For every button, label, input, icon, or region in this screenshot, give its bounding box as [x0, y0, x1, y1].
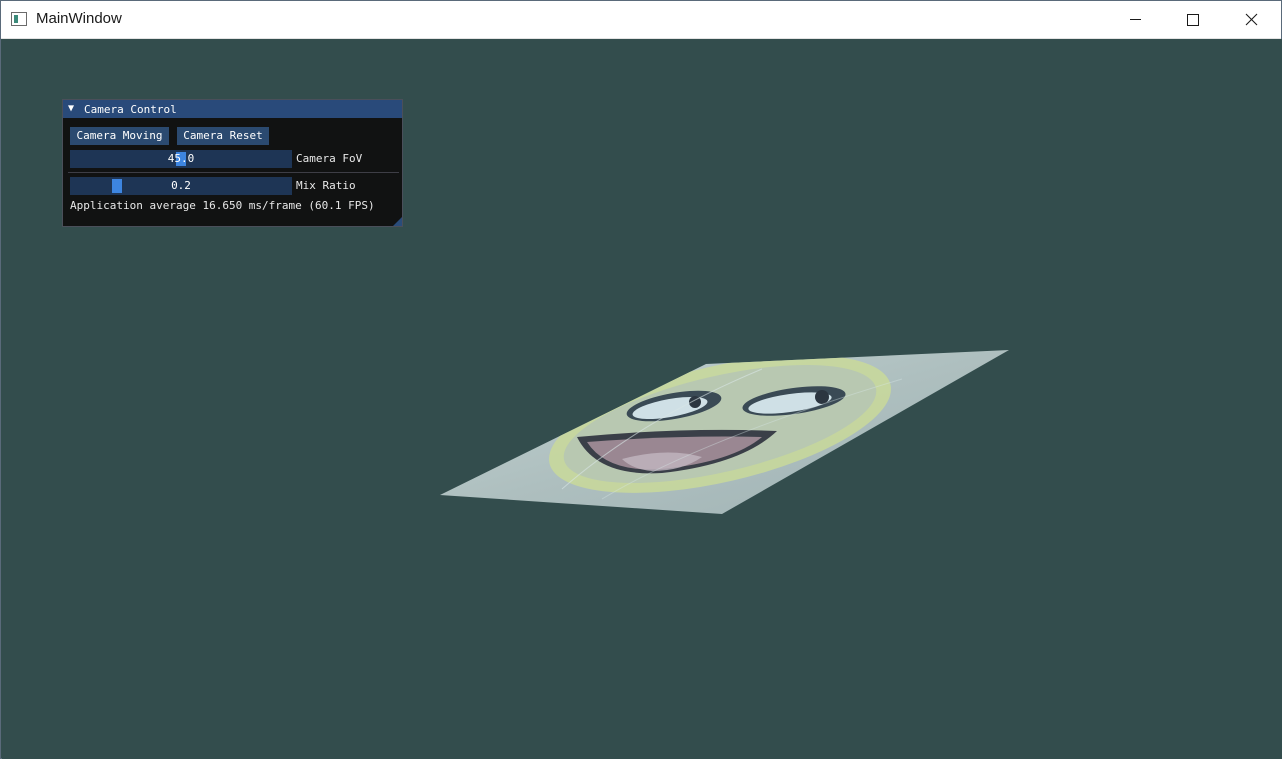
window-title: MainWindow: [36, 10, 122, 27]
render-viewport[interactable]: ▼ Camera Control Camera Moving Camera Re…: [2, 39, 1282, 759]
close-button[interactable]: [1222, 1, 1280, 38]
camera-control-panel[interactable]: ▼ Camera Control Camera Moving Camera Re…: [62, 99, 403, 227]
camera-fov-slider[interactable]: 45.0: [70, 150, 292, 168]
separator: [68, 172, 399, 173]
app-window-icon: [11, 12, 27, 26]
camera-fov-label: Camera FoV: [296, 152, 363, 165]
mix-ratio-slider[interactable]: 0.2: [70, 177, 292, 195]
close-icon: [1245, 13, 1258, 26]
maximize-icon: [1187, 14, 1199, 26]
panel-title: Camera Control: [84, 103, 177, 116]
camera-moving-button[interactable]: Camera Moving: [70, 127, 169, 145]
mix-ratio-label: Mix Ratio: [296, 179, 356, 192]
minimize-button[interactable]: [1106, 1, 1164, 38]
panel-title-bar[interactable]: ▼ Camera Control: [63, 100, 402, 118]
main-window: MainWindow ▼ Camera Control Camera Movin…: [0, 0, 1282, 759]
camera-reset-button[interactable]: Camera Reset: [177, 127, 269, 145]
resize-grip[interactable]: [393, 217, 402, 226]
camera-fov-value: 45.0: [167, 152, 195, 165]
title-bar[interactable]: MainWindow: [1, 1, 1281, 39]
mix-ratio-value: 0.2: [171, 179, 191, 192]
maximize-button[interactable]: [1164, 1, 1222, 38]
fps-stats-text: Application average 16.650 ms/frame (60.…: [70, 199, 375, 212]
triangle-down-icon[interactable]: ▼: [68, 103, 74, 114]
minimize-icon: [1130, 19, 1141, 20]
